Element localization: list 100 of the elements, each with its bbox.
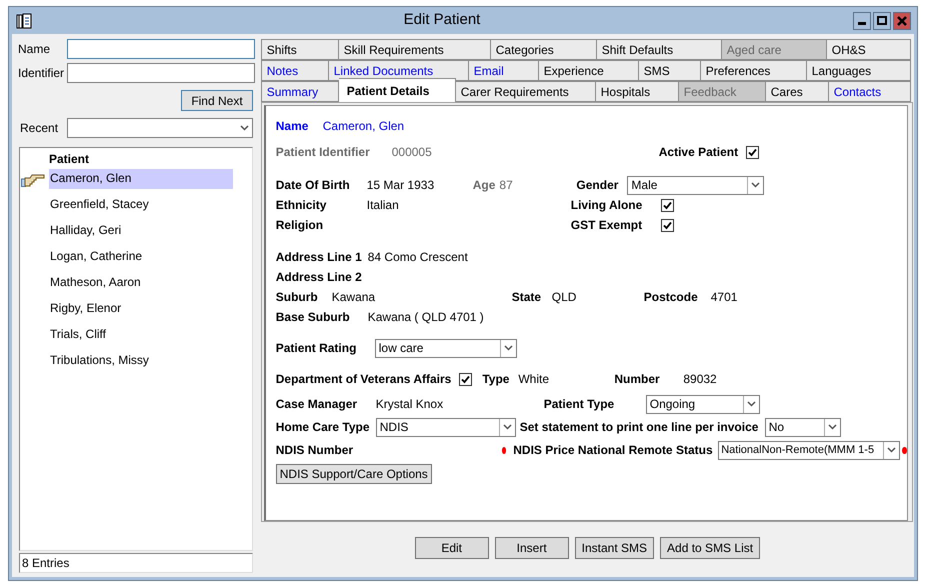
recent-dropdown[interactable] xyxy=(67,118,253,138)
field-label: State xyxy=(512,289,542,306)
field-label: Type xyxy=(482,371,510,388)
field-label: Postcode xyxy=(644,289,699,306)
patient-row[interactable]: Tribulations, Missy xyxy=(49,351,233,371)
column-header: Patient xyxy=(49,151,90,166)
field-label: Address Line 2 xyxy=(276,269,363,286)
patient-row[interactable]: Rigby, Elenor xyxy=(49,299,233,319)
field-label: Active Patient xyxy=(658,144,740,161)
tab[interactable]: Categories xyxy=(490,39,597,60)
dropdown[interactable]: Male xyxy=(627,176,764,194)
checkbox[interactable] xyxy=(746,146,759,158)
caret-icon xyxy=(504,345,513,351)
field-label: Suburb xyxy=(276,289,319,306)
caret-icon xyxy=(828,424,837,430)
dropdown[interactable]: No xyxy=(764,418,841,436)
patient-row[interactable]: Trials, Cliff xyxy=(49,325,233,345)
checkbox[interactable] xyxy=(660,198,674,212)
patient-row[interactable]: Halliday, Geri xyxy=(49,221,233,241)
identifier-label: Identifier xyxy=(17,65,66,82)
field-label: Gender xyxy=(576,177,620,194)
field-label: Set statement to print one line per invoice xyxy=(520,419,760,436)
field-value: 15 Mar 1933 xyxy=(366,177,436,194)
field-value: White xyxy=(518,371,550,388)
action-button[interactable]: Instant SMS xyxy=(574,537,654,559)
action-button[interactable]: Add to SMS List xyxy=(660,537,760,559)
tab[interactable]: Shifts xyxy=(260,39,339,60)
field-value: QLD xyxy=(552,289,578,306)
tab[interactable]: Experience xyxy=(538,60,639,81)
field-label: Ethnicity xyxy=(276,197,328,214)
tab[interactable]: OH&S xyxy=(826,39,911,60)
field-label: Case Manager xyxy=(276,396,358,413)
tab[interactable]: Patient Details xyxy=(338,78,456,102)
tab[interactable]: Notes xyxy=(260,60,329,81)
dropdown[interactable]: low care xyxy=(374,338,517,358)
close-button[interactable] xyxy=(893,12,911,30)
field-value: 87 xyxy=(499,177,514,194)
action-button[interactable]: Edit xyxy=(414,537,489,559)
tab[interactable]: Shift Defaults xyxy=(596,39,722,60)
field-value: 000005 xyxy=(392,144,433,161)
field-label: Address Line 1 xyxy=(276,249,363,266)
checkbox[interactable] xyxy=(660,218,674,232)
tab[interactable]: Carer Requirements xyxy=(456,81,596,102)
field-value: Italian xyxy=(366,197,400,214)
field-label: Age xyxy=(472,177,496,194)
dropdown[interactable]: NDIS xyxy=(376,418,516,436)
field-value: 89032 xyxy=(683,371,717,388)
caret-icon xyxy=(746,401,756,407)
identifier-field[interactable] xyxy=(67,63,255,83)
action-button[interactable]: Insert xyxy=(494,537,569,559)
entries-count: 8 Entries xyxy=(19,553,253,573)
ndis-options-button[interactable]: NDIS Support/Care Options xyxy=(276,464,432,484)
field-label: NDIS Number xyxy=(276,442,354,459)
tab[interactable]: Hospitals xyxy=(596,81,679,102)
minimize-button[interactable] xyxy=(853,12,871,30)
maximize-icon xyxy=(877,16,887,26)
caret-icon xyxy=(751,182,760,188)
field-label: Patient Rating xyxy=(276,340,358,357)
caret-icon xyxy=(502,424,512,430)
caret-icon xyxy=(887,447,896,453)
patient-row[interactable]: Greenfield, Stacey xyxy=(49,195,233,215)
field-value: 84 Como Crescent xyxy=(368,249,468,266)
recent-label: Recent xyxy=(19,120,60,137)
dropdown[interactable]: Ongoing xyxy=(646,394,760,414)
field-label: Patient Identifier xyxy=(276,144,371,161)
field-label: Living Alone xyxy=(570,197,644,214)
name-label: Name xyxy=(17,41,52,58)
tab[interactable]: Email xyxy=(468,60,539,81)
patient-row[interactable]: Cameron, Glen xyxy=(49,169,233,189)
close-icon xyxy=(897,16,907,26)
field-label: Religion xyxy=(276,217,324,234)
tab[interactable]: Contacts xyxy=(828,81,911,102)
tab[interactable]: SMS xyxy=(638,60,701,81)
field-label: Name xyxy=(276,118,310,135)
field-label: Patient Type xyxy=(544,396,616,413)
find-next-button[interactable]: Find Next xyxy=(181,90,253,111)
maximize-button[interactable] xyxy=(873,12,891,30)
patient-row[interactable]: Logan, Catherine xyxy=(49,247,233,267)
field-label: Number xyxy=(614,371,661,388)
name-field[interactable] xyxy=(67,39,255,59)
field-label: Home Care Type xyxy=(276,419,371,436)
field-value: Cameron, Glen xyxy=(322,118,404,135)
minimize-icon xyxy=(858,22,866,25)
tab[interactable]: Preferences xyxy=(700,60,807,81)
field-value: Krystal Knox xyxy=(376,396,444,413)
window-title: Edit Patient xyxy=(402,10,482,30)
field-label: Date Of Birth xyxy=(276,177,351,194)
field-value: Kawana ( QLD 4701 ) xyxy=(368,309,484,326)
tab[interactable]: Languages xyxy=(806,60,911,81)
dropdown[interactable]: NationalNon-Remote(MMM 1-5 xyxy=(718,440,900,460)
field-value: Kawana xyxy=(332,289,376,306)
caret-icon xyxy=(240,125,249,131)
field-value: 4701 xyxy=(710,289,738,306)
tab[interactable]: Cares xyxy=(766,81,829,102)
patient-row[interactable]: Matheson, Aaron xyxy=(49,273,233,293)
field-label: GST Exempt xyxy=(570,217,644,234)
tab[interactable]: Summary xyxy=(260,81,339,102)
field-label: Department of Veterans Affairs xyxy=(276,371,452,388)
checkbox[interactable] xyxy=(459,372,472,386)
tab[interactable]: Skill Requirements xyxy=(338,39,491,60)
